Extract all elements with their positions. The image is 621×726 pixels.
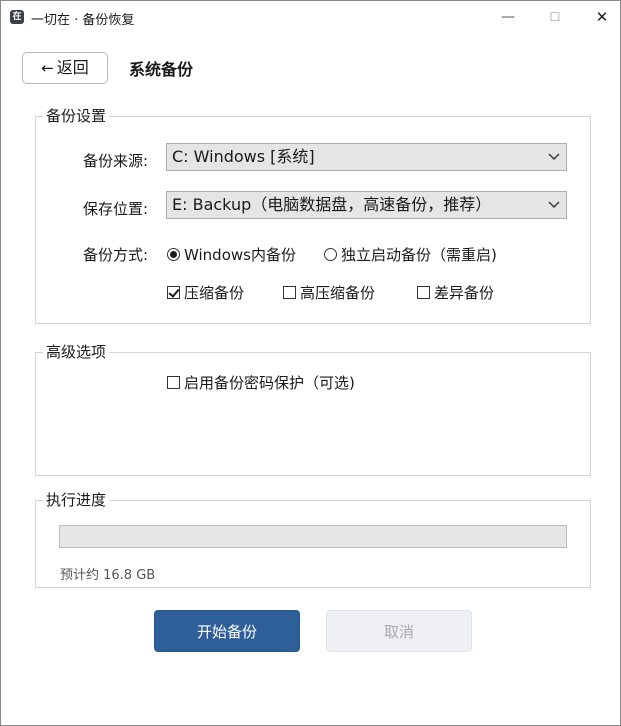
checkbox-checked-icon [167, 286, 180, 299]
minimize-button[interactable]: — [485, 1, 531, 33]
method-radio-windows[interactable]: Windows内备份 [167, 244, 296, 265]
source-label: 备份来源: [83, 152, 149, 170]
back-button-label: 返回 [56, 58, 89, 77]
target-dropdown[interactable]: E: Backup（电脑数据盘，高速备份，推荐） [166, 191, 567, 219]
method-radio-standalone[interactable]: 独立启动备份（需重启) [324, 244, 497, 265]
advanced-options-title: 高级选项 [43, 343, 110, 361]
title-bar: 在 一切在 · 备份恢复 — ☐ ✕ [1, 1, 620, 33]
cancel-button[interactable]: 取消 [326, 610, 472, 652]
checkbox-unchecked-icon [283, 286, 296, 299]
method-standalone-label: 独立启动备份（需重启) [341, 246, 497, 264]
compress-checkbox[interactable]: 压缩备份 [167, 282, 244, 303]
start-backup-button[interactable]: 开始备份 [154, 610, 300, 652]
chevron-down-icon [548, 153, 560, 160]
source-value: C: Windows [系统] [172, 147, 315, 166]
radio-unselected-icon [324, 248, 337, 261]
maximize-button[interactable]: ☐ [532, 1, 578, 33]
password-label: 启用备份密码保护（可选) [184, 374, 355, 392]
method-label: 备份方式: [83, 246, 149, 264]
checkbox-unchecked-icon [417, 286, 430, 299]
close-button[interactable]: ✕ [579, 1, 621, 33]
back-button[interactable]: ← 返回 [22, 52, 108, 84]
differential-label: 差异备份 [434, 284, 495, 302]
radio-selected-icon [167, 248, 180, 261]
password-checkbox[interactable]: 启用备份密码保护（可选) [167, 372, 355, 393]
source-dropdown[interactable]: C: Windows [系统] [166, 143, 567, 171]
target-value: E: Backup（电脑数据盘，高速备份，推荐） [172, 195, 492, 214]
progress-title: 执行进度 [43, 491, 110, 509]
size-estimate: 预计约 16.8 GB [60, 568, 156, 583]
arrow-left-icon: ← [41, 59, 54, 77]
high-compress-label: 高压缩备份 [300, 284, 376, 302]
checkbox-unchecked-icon [167, 376, 180, 389]
differential-checkbox[interactable]: 差异备份 [417, 282, 494, 303]
chevron-down-icon [548, 201, 560, 208]
target-label: 保存位置: [83, 200, 149, 218]
high-compress-checkbox[interactable]: 高压缩备份 [283, 282, 375, 303]
page-title: 系统备份 [129, 60, 194, 79]
compress-label: 压缩备份 [184, 284, 245, 302]
window-title: 一切在 · 备份恢复 [31, 13, 135, 28]
method-windows-label: Windows内备份 [184, 246, 296, 264]
backup-settings-title: 备份设置 [43, 107, 110, 125]
app-logo-icon: 在 [10, 10, 24, 24]
advanced-options-group: 高级选项 [35, 343, 591, 476]
progress-bar [59, 525, 567, 548]
